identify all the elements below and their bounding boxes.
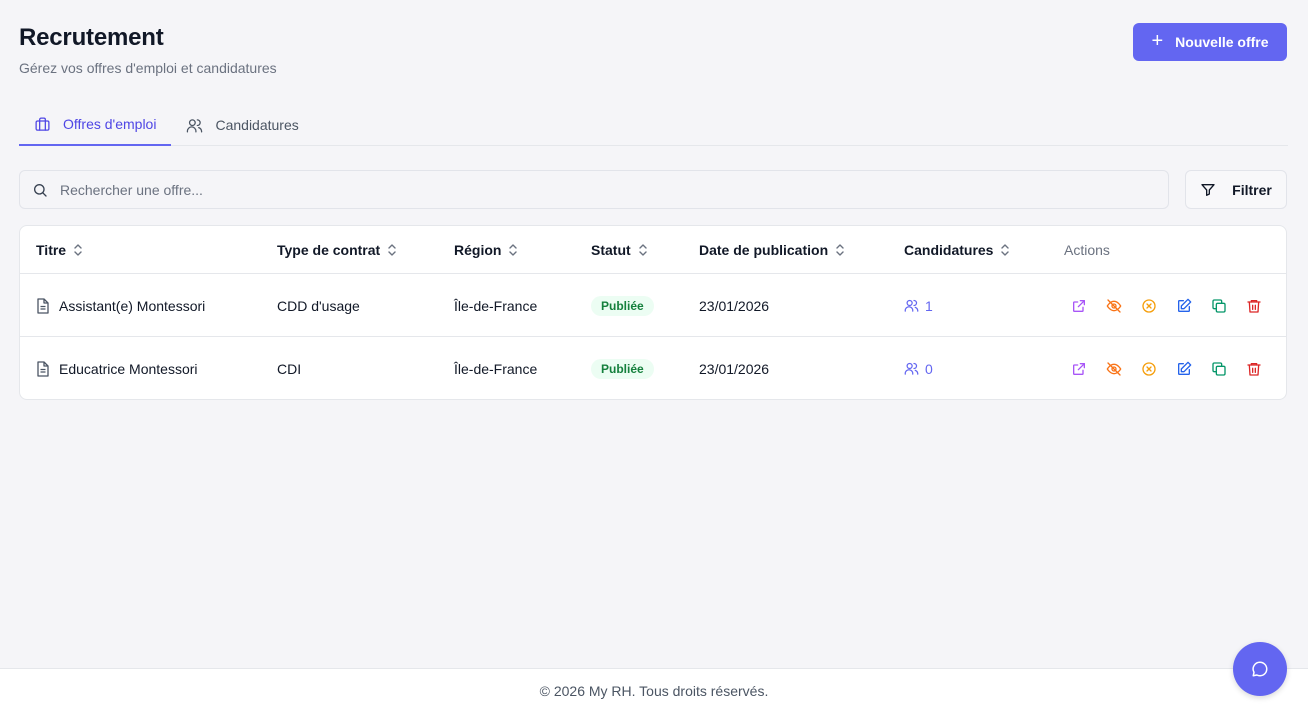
table-row: Assistant(e) Montessori CDD d'usage Île-… bbox=[20, 274, 1286, 337]
sort-icon bbox=[509, 244, 518, 256]
status-cell: Publiée bbox=[591, 337, 654, 399]
plus-icon: + bbox=[1151, 30, 1164, 52]
publication-date: 23/01/2026 bbox=[699, 297, 770, 314]
duplicate-offer-button[interactable] bbox=[1210, 360, 1228, 378]
table-header: Titre Type de contrat Région Statut Date… bbox=[20, 226, 1286, 274]
page-footer: © 2026 My RH. Tous droits réservés. bbox=[0, 668, 1308, 713]
applications-count[interactable]: 0 bbox=[904, 337, 933, 399]
filter-icon bbox=[1201, 183, 1215, 196]
delete-offer-button[interactable] bbox=[1245, 360, 1263, 378]
tabs: Offres d'emploi Candidatures bbox=[19, 104, 1288, 146]
edit-offer-button[interactable] bbox=[1175, 297, 1193, 315]
page-header: Recrutement Gérez vos offres d'emploi et… bbox=[19, 24, 277, 76]
duplicate-offer-button[interactable] bbox=[1210, 297, 1228, 315]
applications-count-value: 0 bbox=[925, 360, 933, 377]
users-icon bbox=[904, 362, 919, 375]
column-header-region[interactable]: Région bbox=[454, 226, 519, 274]
contract-type: CDI bbox=[277, 360, 302, 377]
contract-type: CDD d'usage bbox=[277, 297, 360, 314]
column-label: Titre bbox=[36, 242, 67, 258]
column-label: Type de contrat bbox=[277, 242, 381, 258]
column-label: Actions bbox=[1064, 242, 1110, 258]
offer-title: Assistant(e) Montessori bbox=[59, 297, 206, 314]
offer-title-cell[interactable]: Assistant(e) Montessori bbox=[36, 274, 205, 337]
page-title: Recrutement bbox=[19, 24, 164, 51]
tab-label: Offres d'emploi bbox=[63, 116, 157, 132]
column-label: Statut bbox=[591, 242, 631, 258]
sort-icon bbox=[74, 244, 82, 256]
status-cell: Publiée bbox=[591, 274, 654, 337]
column-header-actions: Actions bbox=[1064, 226, 1110, 274]
column-label: Région bbox=[454, 242, 502, 258]
sort-icon bbox=[836, 244, 844, 256]
table-row: Educatrice Montessori CDI Île-de-France … bbox=[20, 337, 1286, 399]
column-header-applications[interactable]: Candidatures bbox=[904, 226, 1011, 274]
region: Île-de-France bbox=[454, 360, 538, 377]
offer-title: Educatrice Montessori bbox=[59, 360, 198, 377]
footer-copyright: © 2026 My RH. Tous droits réservés. bbox=[539, 683, 769, 699]
job-offers-table: Titre Type de contrat Région Statut Date… bbox=[19, 225, 1287, 400]
status-badge: Publiée bbox=[591, 358, 654, 379]
column-label: Date de publication bbox=[699, 242, 829, 258]
search-bar bbox=[19, 170, 1169, 209]
edit-icon bbox=[1178, 298, 1192, 312]
status-badge: Publiée bbox=[591, 295, 654, 316]
briefcase-icon bbox=[35, 116, 50, 131]
chat-bubble-icon bbox=[1252, 661, 1268, 677]
users-icon bbox=[187, 118, 203, 133]
column-header-date[interactable]: Date de publication bbox=[699, 226, 846, 274]
page-subtitle: Gérez vos offres d'emploi et candidature… bbox=[19, 60, 277, 76]
delete-offer-button[interactable] bbox=[1245, 297, 1263, 315]
column-header-status[interactable]: Statut bbox=[591, 226, 649, 274]
applications-count[interactable]: 1 bbox=[904, 274, 933, 337]
tab-applications[interactable]: Candidatures bbox=[171, 104, 313, 146]
open-offer-button[interactable] bbox=[1070, 360, 1088, 378]
edit-offer-button[interactable] bbox=[1175, 360, 1193, 378]
edit-icon bbox=[1178, 361, 1192, 375]
column-label: Candidatures bbox=[904, 242, 994, 258]
sort-icon bbox=[638, 244, 647, 256]
eye-off-icon bbox=[1106, 361, 1122, 376]
sort-icon bbox=[388, 244, 396, 256]
region: Île-de-France bbox=[454, 297, 538, 314]
users-icon bbox=[904, 299, 919, 312]
filter-button-label: Filtrer bbox=[1232, 181, 1272, 198]
filter-button[interactable]: Filtrer bbox=[1185, 170, 1287, 209]
open-offer-button[interactable] bbox=[1070, 297, 1088, 315]
unpublish-button[interactable] bbox=[1105, 360, 1123, 378]
document-icon bbox=[37, 360, 49, 377]
column-header-contract[interactable]: Type de contrat bbox=[277, 226, 398, 274]
trash-icon bbox=[1247, 299, 1261, 313]
tab-job-offers[interactable]: Offres d'emploi bbox=[19, 104, 172, 146]
new-offer-button-label: Nouvelle offre bbox=[1175, 34, 1269, 50]
trash-icon bbox=[1247, 362, 1261, 376]
eye-off-icon bbox=[1106, 298, 1122, 313]
external-link-icon bbox=[1073, 299, 1085, 312]
close-offer-button[interactable] bbox=[1140, 360, 1158, 378]
row-actions bbox=[1070, 337, 1263, 399]
copy-icon bbox=[1212, 298, 1226, 313]
search-input[interactable] bbox=[60, 181, 1060, 198]
x-circle-icon bbox=[1142, 361, 1156, 376]
chat-button[interactable] bbox=[1233, 642, 1287, 696]
publication-date: 23/01/2026 bbox=[699, 360, 770, 377]
row-actions bbox=[1070, 274, 1263, 337]
external-link-icon bbox=[1073, 362, 1085, 375]
search-icon bbox=[34, 183, 47, 197]
x-circle-icon bbox=[1142, 298, 1156, 313]
column-header-title[interactable]: Titre bbox=[36, 226, 84, 274]
document-icon bbox=[37, 297, 49, 314]
sort-icon bbox=[1001, 244, 1010, 256]
copy-icon bbox=[1212, 361, 1226, 376]
tab-label: Candidatures bbox=[215, 117, 299, 133]
offer-title-cell[interactable]: Educatrice Montessori bbox=[36, 337, 198, 399]
new-offer-button[interactable]: + Nouvelle offre bbox=[1133, 23, 1287, 61]
close-offer-button[interactable] bbox=[1140, 297, 1158, 315]
applications-count-value: 1 bbox=[925, 297, 933, 314]
unpublish-button[interactable] bbox=[1105, 297, 1123, 315]
